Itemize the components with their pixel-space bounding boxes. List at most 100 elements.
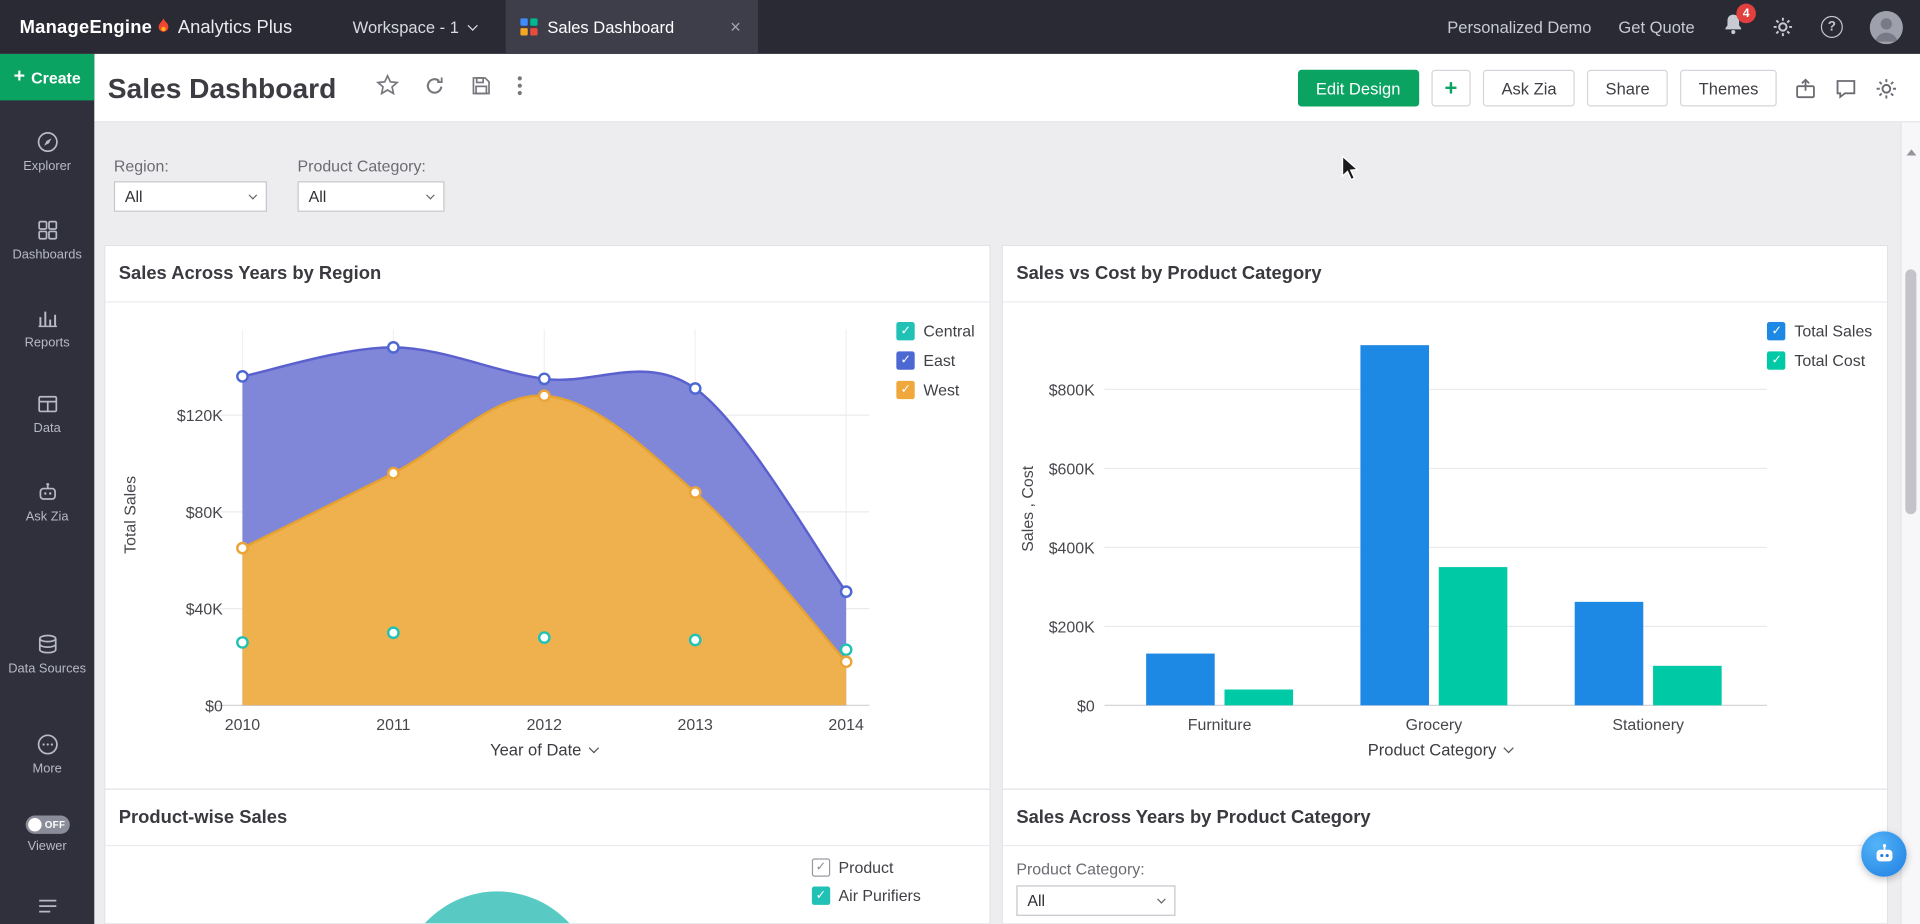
comments-button[interactable] xyxy=(1834,77,1857,100)
sidebar-item-label: Data xyxy=(34,421,61,436)
viewer-toggle[interactable]: OFF xyxy=(25,816,69,834)
pie-slice-air-purifiers[interactable] xyxy=(399,891,595,924)
svg-text:$0: $0 xyxy=(1077,698,1095,715)
edit-design-button[interactable]: Edit Design xyxy=(1297,70,1418,107)
table-icon xyxy=(35,392,59,416)
legend-item[interactable]: ✓Total Cost xyxy=(1767,351,1872,369)
dashboard-tab-icon xyxy=(520,18,537,35)
add-report-button[interactable]: + xyxy=(1431,70,1471,107)
panel-category-filter-select[interactable]: All xyxy=(1016,885,1175,916)
brand-logo[interactable]: ManageEngine Analytics Plus xyxy=(20,0,293,54)
panel-product-wise-sales: Product-wise Sales ✓Product✓Air Purifier… xyxy=(104,789,991,924)
vertical-scrollbar[interactable] xyxy=(1900,122,1920,924)
sidebar-item-dashboards[interactable]: Dashboards xyxy=(0,218,94,263)
refresh-icon[interactable] xyxy=(423,74,445,102)
y-axis-title: Sales , Cost xyxy=(1018,417,1036,601)
personalized-demo-link[interactable]: Personalized Demo xyxy=(1447,18,1591,36)
chat-robot-icon xyxy=(1872,842,1896,866)
share-button[interactable]: Share xyxy=(1587,70,1668,107)
legend-item[interactable]: ✓West xyxy=(896,381,974,399)
save-icon[interactable] xyxy=(470,74,492,102)
export-button[interactable] xyxy=(1794,77,1817,100)
chevron-down-icon xyxy=(1503,743,1513,753)
chevron-down-icon xyxy=(249,190,258,199)
x-axis-title: Year of Date xyxy=(490,741,581,759)
workspace-name: Workspace - 1 xyxy=(353,18,459,36)
sidebar-item-more[interactable]: More xyxy=(0,732,94,777)
settings-gear-button[interactable] xyxy=(1772,16,1794,38)
svg-text:2010: 2010 xyxy=(225,717,261,734)
scroll-up-arrow-icon[interactable] xyxy=(1907,149,1917,155)
export-icon xyxy=(1794,77,1817,100)
sidebar: + Create Explorer Dashboards Reports Dat… xyxy=(0,54,94,924)
workspace-switcher[interactable]: Workspace - 1 xyxy=(353,0,476,54)
svg-text:$120K: $120K xyxy=(177,408,223,425)
legend-item[interactable]: ✓ Total Sales xyxy=(1767,322,1872,340)
bar-chart[interactable]: $0$200K$400K$600K$800KFurnitureGrocerySt… xyxy=(1013,307,1777,772)
favorite-star-icon[interactable] xyxy=(375,73,398,102)
bar-chart-icon xyxy=(35,306,59,330)
ask-zia-button[interactable]: Ask Zia xyxy=(1483,70,1575,107)
user-icon xyxy=(1870,10,1903,43)
toggle-knob xyxy=(28,818,41,831)
category-filter-label: Product Category: xyxy=(298,157,445,175)
zia-chat-button[interactable] xyxy=(1861,831,1906,876)
topbar-actions: Personalized Demo Get Quote 4 ? xyxy=(1447,0,1903,54)
sidebar-item-ask-zia[interactable]: Ask Zia xyxy=(0,480,94,525)
legend-checkbox: ✓ xyxy=(1767,322,1785,340)
app-root: ManageEngine Analytics Plus Workspace - … xyxy=(0,0,1920,924)
legend-checkbox: ✓ xyxy=(1767,351,1785,369)
dashboard-settings-button[interactable] xyxy=(1875,77,1898,100)
sidebar-item-label: Dashboards xyxy=(12,247,81,262)
more-options-kebab-icon[interactable] xyxy=(516,74,522,102)
x-axis-title-dropdown[interactable]: Product Category xyxy=(1122,741,1759,759)
tab-sales-dashboard[interactable]: Sales Dashboard × xyxy=(506,0,758,54)
chevron-down-icon xyxy=(426,190,435,199)
avatar[interactable] xyxy=(1870,10,1903,43)
scrollbar-thumb[interactable] xyxy=(1905,269,1916,514)
close-icon[interactable]: × xyxy=(728,17,744,38)
svg-text:Furniture: Furniture xyxy=(1188,717,1252,734)
legend-label: Total Sales xyxy=(1794,322,1872,340)
create-label: Create xyxy=(31,68,81,86)
panel-title: Sales Across Years by Product Category xyxy=(1003,790,1887,846)
more-dots-icon xyxy=(35,732,59,756)
sidebar-item-data[interactable]: Data xyxy=(0,392,94,437)
themes-button[interactable]: Themes xyxy=(1680,70,1776,107)
legend-item[interactable]: ✓Air Purifiers xyxy=(812,887,921,905)
get-quote-link[interactable]: Get Quote xyxy=(1618,18,1694,36)
sidebar-item-reports[interactable]: Reports xyxy=(0,306,94,351)
area-chart[interactable]: $0$40K$80K$120K20102011201220132014 xyxy=(115,307,879,772)
legend-checkbox: ✓ xyxy=(896,381,914,399)
sidebar-item-explorer[interactable]: Explorer xyxy=(0,130,94,175)
help-button[interactable]: ? xyxy=(1821,16,1843,38)
page-title: Sales Dashboard xyxy=(108,72,337,105)
svg-text:2011: 2011 xyxy=(376,717,410,734)
x-axis-title: Product Category xyxy=(1368,741,1497,759)
x-axis-title-dropdown[interactable]: Year of Date xyxy=(225,741,862,759)
chart-legend: ✓ Total Sales ✓Total Cost xyxy=(1767,322,1872,370)
svg-text:$80K: $80K xyxy=(186,505,224,522)
legend-item[interactable]: ✓Product xyxy=(812,858,921,876)
gear-icon xyxy=(1772,16,1794,38)
gear-icon xyxy=(1875,77,1898,100)
svg-text:2013: 2013 xyxy=(678,717,714,734)
collapse-sidebar-button[interactable] xyxy=(0,894,94,923)
create-button[interactable]: + Create xyxy=(0,54,94,101)
legend-item[interactable]: ✓East xyxy=(896,351,974,369)
region-filter-select[interactable]: All xyxy=(114,181,267,212)
sidebar-item-label: Ask Zia xyxy=(26,509,69,524)
comment-icon xyxy=(1834,77,1857,100)
legend-item[interactable]: ✓Central xyxy=(896,322,974,340)
topbar: ManageEngine Analytics Plus Workspace - … xyxy=(0,0,1920,54)
product-name: Analytics Plus xyxy=(178,17,292,38)
legend-checkbox: ✓ xyxy=(812,858,830,876)
region-filter-label: Region: xyxy=(114,157,267,175)
category-filter-select[interactable]: All xyxy=(298,181,445,212)
notifications-button[interactable]: 4 xyxy=(1722,12,1745,41)
svg-text:$0: $0 xyxy=(205,698,223,715)
svg-text:$800K: $800K xyxy=(1049,383,1095,400)
brand-name: ManageEngine xyxy=(20,17,153,38)
sidebar-item-data-sources[interactable]: Data Sources xyxy=(0,632,94,677)
notification-badge: 4 xyxy=(1736,4,1756,24)
